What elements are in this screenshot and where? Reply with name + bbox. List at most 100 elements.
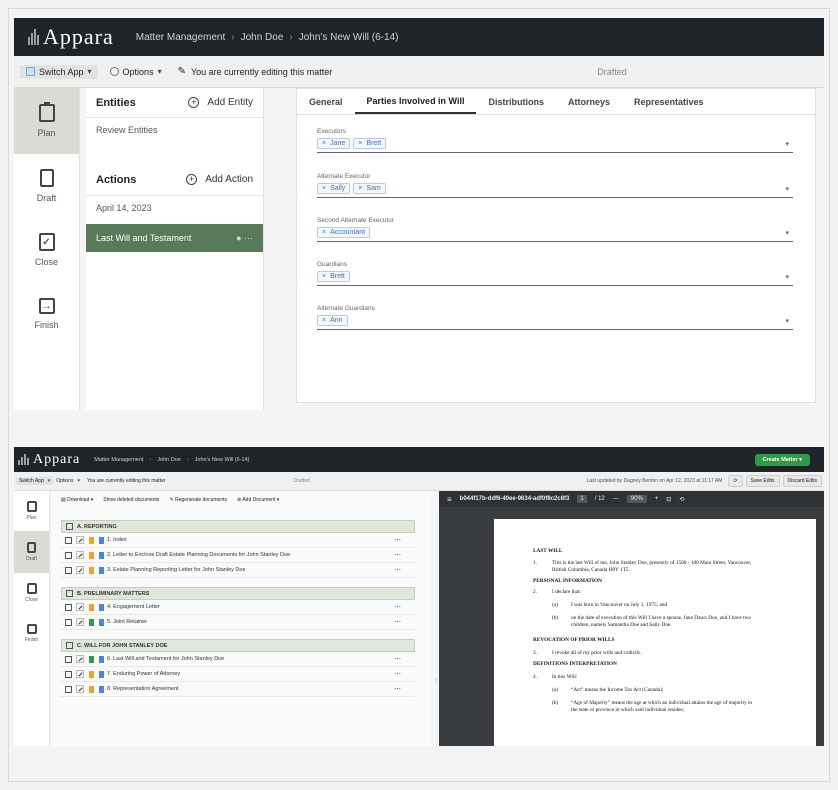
discard-edits-button[interactable]: Discard Edits bbox=[782, 475, 822, 487]
more-options-icon[interactable]: ⋯ bbox=[394, 685, 401, 693]
app-logo[interactable]: Appara bbox=[18, 452, 80, 468]
chevron-down-icon[interactable]: ▾ bbox=[785, 185, 789, 193]
nav-item-draft[interactable]: Draft bbox=[14, 531, 49, 573]
download-button[interactable]: ▤ Download ▾ bbox=[61, 497, 93, 503]
chevron-down-icon[interactable]: ▾ bbox=[785, 317, 789, 325]
document-name[interactable]: 2. Letter to Enclose Draft Estate Planni… bbox=[107, 552, 290, 558]
fit-page-icon[interactable]: ⊡ bbox=[666, 496, 671, 503]
document-row[interactable]: 2. Letter to Enclose Draft Estate Planni… bbox=[61, 548, 415, 563]
more-options-icon[interactable]: ● ⋯ bbox=[236, 233, 253, 244]
tab-distributions[interactable]: Distributions bbox=[476, 89, 556, 114]
alternate-guardians-field[interactable]: Alternate Guardians × Ann ▾ bbox=[317, 305, 793, 330]
tab-general[interactable]: General bbox=[297, 89, 355, 114]
document-row[interactable]: 7. Enduring Power of Attorney ⋯ bbox=[61, 667, 415, 682]
edit-pencil-icon[interactable] bbox=[76, 670, 84, 678]
review-entities-link[interactable]: Review Entities bbox=[86, 118, 263, 142]
document-name[interactable]: 7. Enduring Power of Attorney bbox=[107, 671, 180, 677]
more-options-icon[interactable]: ⋯ bbox=[394, 566, 401, 574]
document-row[interactable]: 3. Estate Planning Reporting Letter for … bbox=[61, 563, 415, 578]
add-action-button[interactable]: + Add Action bbox=[186, 174, 253, 185]
edit-pencil-icon[interactable] bbox=[76, 655, 84, 663]
document-checkbox[interactable] bbox=[65, 566, 72, 574]
edit-pencil-icon[interactable] bbox=[76, 618, 84, 626]
more-options-icon[interactable]: ⋯ bbox=[394, 551, 401, 559]
tab-attorneys[interactable]: Attorneys bbox=[556, 89, 622, 114]
chip-brett[interactable]: × Brett bbox=[317, 271, 350, 282]
add-document-button[interactable]: ⊕ Add Document ▾ bbox=[237, 497, 279, 503]
switch-app-button[interactable]: Switch App ▾ bbox=[20, 64, 98, 79]
document-checkbox[interactable] bbox=[65, 685, 72, 693]
edit-pencil-icon[interactable] bbox=[76, 536, 84, 544]
document-checkbox[interactable] bbox=[65, 655, 72, 663]
group-checkbox[interactable] bbox=[66, 642, 73, 649]
edit-pencil-icon[interactable] bbox=[76, 566, 84, 574]
breadcrumb-matter[interactable]: John's New Will (6-14) bbox=[195, 457, 250, 463]
remove-chip-icon[interactable]: × bbox=[322, 229, 326, 236]
regenerate-button[interactable]: ✎ Regenerate documents bbox=[169, 497, 227, 503]
nav-item-finish[interactable]: Finish bbox=[14, 613, 49, 653]
document-name[interactable]: 5. Joint Retainer bbox=[107, 619, 147, 625]
document-checkbox[interactable] bbox=[65, 603, 72, 611]
edit-pencil-icon[interactable] bbox=[76, 551, 84, 559]
remove-chip-icon[interactable]: × bbox=[322, 317, 326, 324]
remove-chip-icon[interactable]: × bbox=[358, 140, 362, 147]
remove-chip-icon[interactable]: × bbox=[322, 140, 326, 147]
rotate-icon[interactable]: ⟲ bbox=[679, 496, 684, 503]
create-matter-button[interactable]: Create Matter ▾ bbox=[754, 453, 810, 466]
more-options-icon[interactable]: ⋯ bbox=[394, 670, 401, 678]
more-options-icon[interactable]: ⋯ bbox=[394, 655, 401, 663]
chip-ann[interactable]: × Ann bbox=[317, 315, 348, 326]
document-name[interactable]: 1. Index bbox=[107, 537, 127, 543]
guardians-field[interactable]: Guardians × Brett ▾ bbox=[317, 261, 793, 286]
chip-sam[interactable]: × Sam bbox=[353, 183, 386, 194]
document-row[interactable]: 8. Representation Agreement ⋯ bbox=[61, 682, 415, 697]
tab-parties-involved[interactable]: Parties Involved in Will bbox=[354, 89, 477, 114]
remove-chip-icon[interactable]: × bbox=[358, 185, 362, 192]
options-button[interactable]: Options ▾ bbox=[53, 477, 83, 485]
group-header[interactable]: C. WILL FOR JOHN STANLEY DOE bbox=[61, 639, 415, 652]
menu-icon[interactable]: ≡ bbox=[447, 495, 452, 504]
alternate-executor-field[interactable]: Alternate Executor × Sally × Sam ▾ bbox=[317, 173, 793, 198]
breadcrumb-client[interactable]: John Doe bbox=[157, 457, 181, 463]
second-alternate-executor-field[interactable]: Second Alternate Executor × Accountant ▾ bbox=[317, 217, 793, 242]
group-checkbox[interactable] bbox=[66, 590, 73, 597]
page-number-input[interactable]: 1 bbox=[577, 495, 587, 503]
refresh-icon[interactable]: ⟳ bbox=[728, 475, 743, 487]
remove-chip-icon[interactable]: × bbox=[322, 185, 326, 192]
breadcrumb-client[interactable]: John Doe bbox=[241, 32, 284, 43]
zoom-level-input[interactable]: 90% bbox=[626, 495, 647, 503]
zoom-out-icon[interactable]: — bbox=[613, 496, 619, 502]
document-row[interactable]: 6. Last Will and Testament for John Stan… bbox=[61, 652, 415, 667]
nav-item-plan[interactable]: Plan bbox=[14, 491, 49, 531]
nav-item-draft[interactable]: Draft bbox=[14, 154, 79, 218]
document-name[interactable]: 4. Engagement Letter bbox=[107, 604, 160, 610]
edit-pencil-icon[interactable] bbox=[76, 603, 84, 611]
edit-pencil-icon[interactable] bbox=[76, 685, 84, 693]
chevron-down-icon[interactable]: ▾ bbox=[785, 273, 789, 281]
save-edits-button[interactable]: Save Edits bbox=[745, 475, 780, 487]
nav-item-close[interactable]: Close bbox=[14, 573, 49, 613]
document-checkbox[interactable] bbox=[65, 670, 72, 678]
chevron-down-icon[interactable]: ▾ bbox=[785, 229, 789, 237]
document-row[interactable]: 5. Joint Retainer ⋯ bbox=[61, 615, 415, 630]
nav-item-close[interactable]: ✓ Close bbox=[14, 218, 79, 282]
group-checkbox[interactable] bbox=[66, 523, 73, 530]
chip-jane[interactable]: × Jane bbox=[317, 138, 351, 149]
breadcrumb-matter-management[interactable]: Matter Management bbox=[136, 32, 226, 43]
remove-chip-icon[interactable]: × bbox=[322, 273, 326, 280]
chip-sally[interactable]: × Sally bbox=[317, 183, 351, 194]
document-checkbox[interactable] bbox=[65, 536, 72, 544]
executors-field[interactable]: Executors × Jane × Brett ▾ bbox=[317, 128, 793, 153]
document-row[interactable]: 1. Index ⋯ bbox=[61, 533, 415, 548]
document-checkbox[interactable] bbox=[65, 551, 72, 559]
document-name[interactable]: 3. Estate Planning Reporting Letter for … bbox=[107, 567, 246, 573]
chip-accountant[interactable]: × Accountant bbox=[317, 227, 371, 238]
group-header[interactable]: A. REPORTING bbox=[61, 520, 415, 533]
breadcrumb-matter-management[interactable]: Matter Management bbox=[94, 457, 143, 463]
action-item-selected[interactable]: Last Will and Testament ● ⋯ bbox=[86, 224, 263, 252]
tab-representatives[interactable]: Representatives bbox=[622, 89, 716, 114]
group-header[interactable]: B. PRELIMINARY MATTERS bbox=[61, 587, 415, 600]
zoom-in-icon[interactable]: + bbox=[655, 496, 659, 502]
add-entity-button[interactable]: + Add Entity bbox=[188, 97, 253, 108]
chip-brett[interactable]: × Brett bbox=[353, 138, 387, 149]
